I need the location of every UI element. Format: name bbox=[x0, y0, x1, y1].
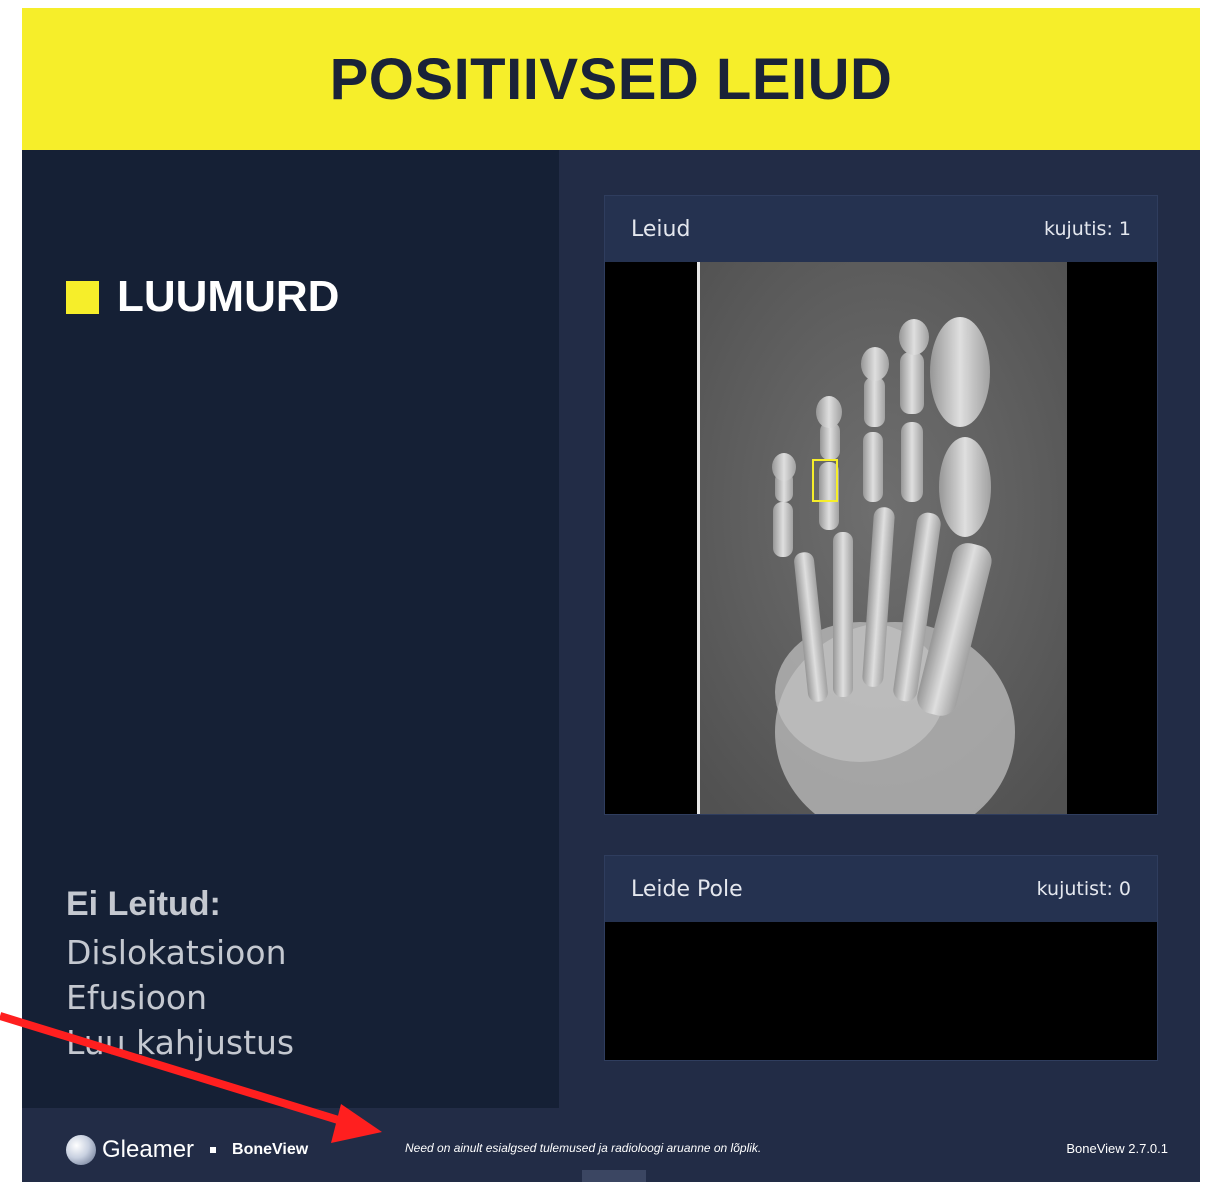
findings-card-header: Leiud kujutis: 1 bbox=[605, 196, 1157, 262]
finding-marker-icon bbox=[66, 280, 99, 314]
no-findings-card-header: Leide Pole kujutist: 0 bbox=[605, 856, 1157, 922]
findings-card-title: Leiud bbox=[631, 216, 691, 242]
empty-image-area bbox=[605, 922, 1157, 1060]
not-found-item: Dislokatsioon bbox=[66, 933, 287, 972]
product-name: BoneView bbox=[232, 1141, 309, 1158]
result-banner: POSITIIVSED LEIUD bbox=[22, 8, 1200, 150]
footer: Gleamer BoneView Need on ainult esialgse… bbox=[22, 1108, 1200, 1182]
version-label: BoneView 2.7.0.1 bbox=[1066, 1141, 1168, 1156]
boneview-screen: POSITIIVSED LEIUD LUUMURD Ei Leitud: Dis… bbox=[22, 8, 1200, 1182]
not-found-title: Ei Leitud: bbox=[66, 885, 221, 923]
no-findings-image-count: kujutist: 0 bbox=[1036, 878, 1131, 900]
findings-summary-panel: LUUMURD Ei Leitud: Dislokatsioon Efusioo… bbox=[22, 150, 559, 1108]
brand-logo: Gleamer BoneView bbox=[66, 1135, 308, 1165]
separator-dot bbox=[210, 1147, 217, 1153]
not-found-list: Ei Leitud: Dislokatsioon Efusioon Luu ka… bbox=[66, 885, 294, 1065]
not-found-item: Efusioon bbox=[66, 978, 208, 1017]
positive-finding: LUUMURD bbox=[66, 272, 339, 322]
finding-label: LUUMURD bbox=[117, 272, 340, 321]
not-found-item: Luu kahjustus bbox=[66, 1023, 295, 1062]
page-title: POSITIIVSED LEIUD bbox=[329, 46, 893, 112]
foot-xray-image[interactable] bbox=[605, 262, 1157, 814]
gleamer-logo-icon bbox=[66, 1135, 96, 1165]
brand-name: Gleamer bbox=[102, 1136, 195, 1163]
toolbar-handle-icon[interactable] bbox=[582, 1170, 646, 1182]
findings-image-count: kujutis: 1 bbox=[1044, 218, 1131, 240]
no-findings-card: Leide Pole kujutist: 0 bbox=[604, 855, 1158, 1061]
findings-card: Leiud kujutis: 1 bbox=[604, 195, 1158, 815]
no-findings-card-title: Leide Pole bbox=[631, 876, 743, 902]
disclaimer-text: Need on ainult esialgsed tulemused ja ra… bbox=[405, 1141, 762, 1155]
xray-viewer[interactable] bbox=[605, 262, 1157, 814]
